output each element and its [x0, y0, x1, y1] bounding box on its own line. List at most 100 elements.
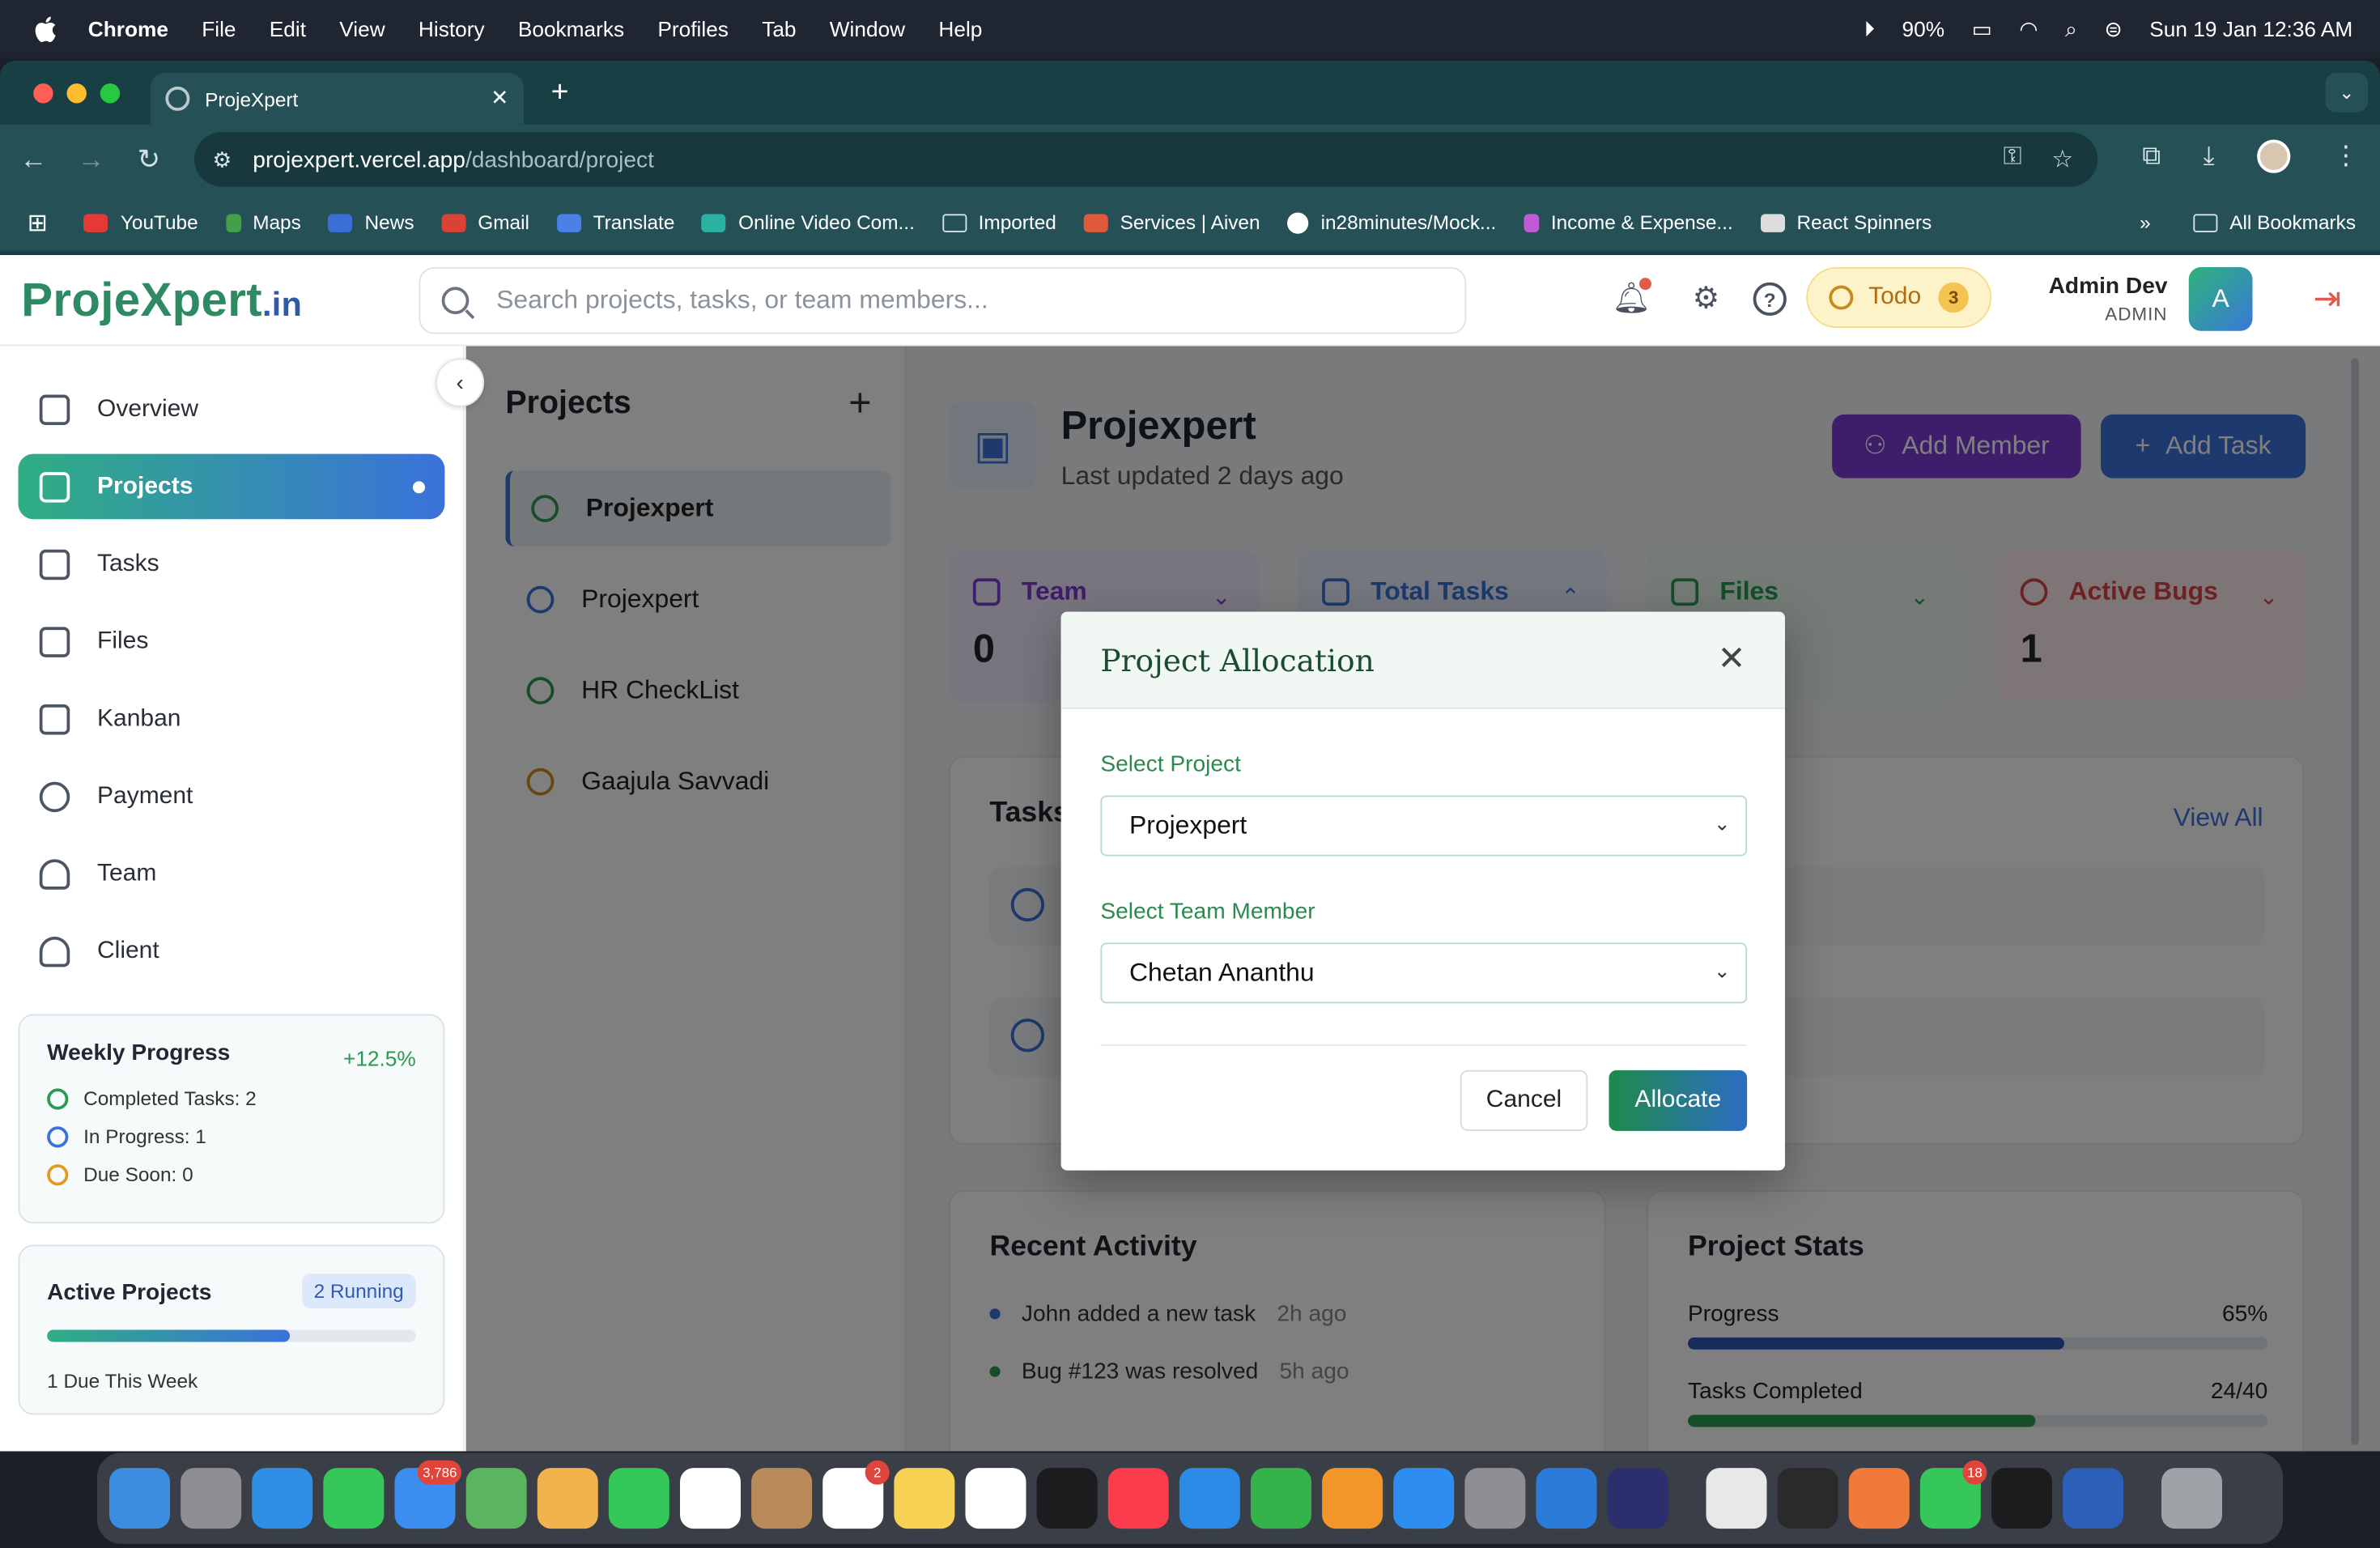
tab-search-button[interactable]: ⌄ [2325, 73, 2368, 113]
help-icon[interactable]: ? [1753, 282, 1787, 316]
control-center-icon[interactable]: ⊜ [2104, 16, 2122, 42]
menu-file[interactable]: File [202, 17, 236, 41]
app-logo[interactable]: ProjeXpert.in [21, 274, 302, 329]
dock-photos-icon[interactable] [537, 1468, 598, 1529]
dock-calendar-icon[interactable] [680, 1468, 741, 1529]
battery-icon[interactable]: ▭ [1972, 16, 1992, 42]
address-bar[interactable]: ⚙ projexpert.vercel.app/dashboard/projec… [194, 132, 2098, 187]
spotlight-icon[interactable]: ⌕ [2065, 16, 2077, 42]
close-icon[interactable]: ✕ [1718, 639, 1746, 678]
dock-contacts-icon[interactable] [751, 1468, 813, 1529]
sidebar-item-overview[interactable]: Overview [19, 376, 445, 442]
site-info-icon[interactable]: ⚙ [213, 147, 232, 172]
all-bookmarks-button[interactable]: All Bookmarks [2193, 211, 2356, 234]
bookmark-gmail[interactable]: Gmail [441, 211, 529, 234]
sidebar-item-projects[interactable]: Projects [18, 453, 445, 520]
gear-icon[interactable]: ⚙ [1689, 283, 1723, 316]
dock-freeform-icon[interactable] [965, 1468, 1026, 1529]
dock-app-store-icon[interactable] [1393, 1468, 1455, 1529]
extensions-icon[interactable]: ⧉ [2142, 141, 2161, 172]
menu-app-name[interactable]: Chrome [88, 17, 168, 41]
more-bookmarks-icon[interactable]: » [2140, 211, 2151, 234]
close-window-button[interactable] [33, 83, 53, 103]
menu-tab[interactable]: Tab [762, 17, 796, 41]
collapse-sidebar-button[interactable]: ‹ [436, 358, 485, 407]
menu-history[interactable]: History [419, 17, 485, 41]
bookmark-online-video[interactable]: Online Video Com... [702, 211, 915, 234]
dock-eclipse-icon[interactable] [1607, 1468, 1668, 1529]
dock-vscode-icon[interactable] [1536, 1468, 1597, 1529]
dock-music-icon[interactable] [1107, 1468, 1169, 1529]
browser-tab-active[interactable]: ProjeXpert ✕ [150, 73, 524, 125]
menu-window[interactable]: Window [830, 17, 905, 41]
select-team-member-dropdown[interactable]: Chetan Ananthu ⌄ [1100, 942, 1748, 1004]
bookmark-youtube[interactable]: YouTube [83, 211, 198, 234]
bookmark-aiven[interactable]: Services | Aiven [1083, 211, 1260, 234]
reload-button[interactable]: ↻ [134, 143, 164, 175]
bookmark-maps[interactable]: Maps [225, 211, 301, 234]
menu-bookmarks[interactable]: Bookmarks [518, 17, 624, 41]
dock-word-icon[interactable] [2063, 1468, 2124, 1529]
todo-button[interactable]: Todo 3 [1806, 267, 1991, 328]
menu-help[interactable]: Help [938, 17, 982, 41]
user-avatar[interactable]: A [2188, 267, 2253, 331]
sidebar-item-team[interactable]: Team [19, 841, 445, 907]
dock-terminal-icon[interactable] [1991, 1468, 2052, 1529]
url-text[interactable]: projexpert.vercel.app/dashboard/project [253, 147, 654, 172]
dock-messages-icon[interactable] [323, 1468, 385, 1529]
apple-icon[interactable] [33, 15, 57, 43]
cancel-button[interactable]: Cancel [1460, 1070, 1588, 1131]
user-info[interactable]: Admin Dev ADMIN [2049, 274, 2168, 325]
wifi-icon[interactable]: ◠ [2019, 16, 2038, 42]
select-project-dropdown[interactable]: Projexpert ⌄ [1100, 795, 1748, 857]
dock-trash-icon[interactable] [2161, 1468, 2222, 1529]
close-tab-icon[interactable]: ✕ [491, 85, 508, 111]
bookmark-react-spinners[interactable]: React Spinners [1760, 211, 1932, 234]
media-play-icon[interactable]: ⏵ [1864, 16, 1875, 42]
dock-chrome-icon[interactable] [1706, 1468, 1767, 1529]
chrome-menu-icon[interactable]: ⋮ [2333, 141, 2359, 172]
dock-launchpad-icon[interactable] [181, 1468, 242, 1529]
dock-pages-icon[interactable] [1322, 1468, 1383, 1529]
dock-mail-icon[interactable]: 3,786 [394, 1460, 461, 1529]
bookmark-translate[interactable]: Translate [556, 211, 674, 234]
sidebar-item-tasks[interactable]: Tasks [19, 531, 445, 597]
minimize-window-button[interactable] [66, 83, 87, 103]
menubar-clock[interactable]: Sun 19 Jan 12:36 AM [2149, 17, 2352, 41]
bookmark-imported[interactable]: Imported [941, 211, 1056, 234]
bookmark-github[interactable]: in28minutes/Mock... [1287, 211, 1496, 234]
dock-finder-icon[interactable] [109, 1468, 170, 1529]
dock-tv-icon[interactable] [1036, 1468, 1098, 1529]
apps-grid-icon[interactable]: ⊞ [28, 207, 48, 238]
password-key-icon[interactable]: ⚿ [2004, 144, 2022, 172]
sidebar-item-files[interactable]: Files [19, 609, 445, 674]
dock-numbers-icon[interactable] [1251, 1468, 1311, 1529]
menu-view[interactable]: View [339, 17, 385, 41]
new-tab-button[interactable]: + [551, 75, 569, 110]
bookmark-star-icon[interactable]: ☆ [2051, 144, 2073, 175]
download-icon[interactable]: ⤓ [2204, 141, 2215, 172]
dock-unity-icon[interactable] [1777, 1468, 1838, 1529]
dock-maps-icon[interactable] [465, 1468, 527, 1529]
sidebar-item-kanban[interactable]: Kanban [19, 687, 445, 752]
global-search-input[interactable]: Search projects, tasks, or team members.… [419, 267, 1467, 334]
bookmark-news[interactable]: News [328, 211, 414, 234]
profile-avatar[interactable] [2257, 139, 2291, 173]
bookmark-income-expense[interactable]: Income & Expense... [1524, 211, 1733, 234]
dock-keynote-icon[interactable] [1179, 1468, 1240, 1529]
zoom-window-button[interactable] [100, 83, 121, 103]
logout-icon[interactable]: ⇥ [2314, 282, 2347, 316]
menu-edit[interactable]: Edit [270, 17, 306, 41]
forward-button[interactable]: → [76, 143, 107, 175]
sidebar-item-payment[interactable]: Payment [19, 763, 445, 829]
dock-reminders-icon[interactable]: 2 [822, 1460, 890, 1529]
dock-whatsapp-icon[interactable]: 18 [1919, 1460, 1987, 1529]
back-button[interactable]: ← [19, 143, 49, 175]
dock-system-settings-icon[interactable] [1464, 1468, 1526, 1529]
dock-notes-icon[interactable] [894, 1468, 955, 1529]
dock-safari-icon[interactable] [252, 1468, 313, 1529]
menu-profiles[interactable]: Profiles [657, 17, 729, 41]
dock-sketch-icon[interactable] [1848, 1468, 1910, 1529]
allocate-button[interactable]: Allocate [1609, 1070, 1748, 1131]
dock-facetime-icon[interactable] [608, 1468, 669, 1529]
